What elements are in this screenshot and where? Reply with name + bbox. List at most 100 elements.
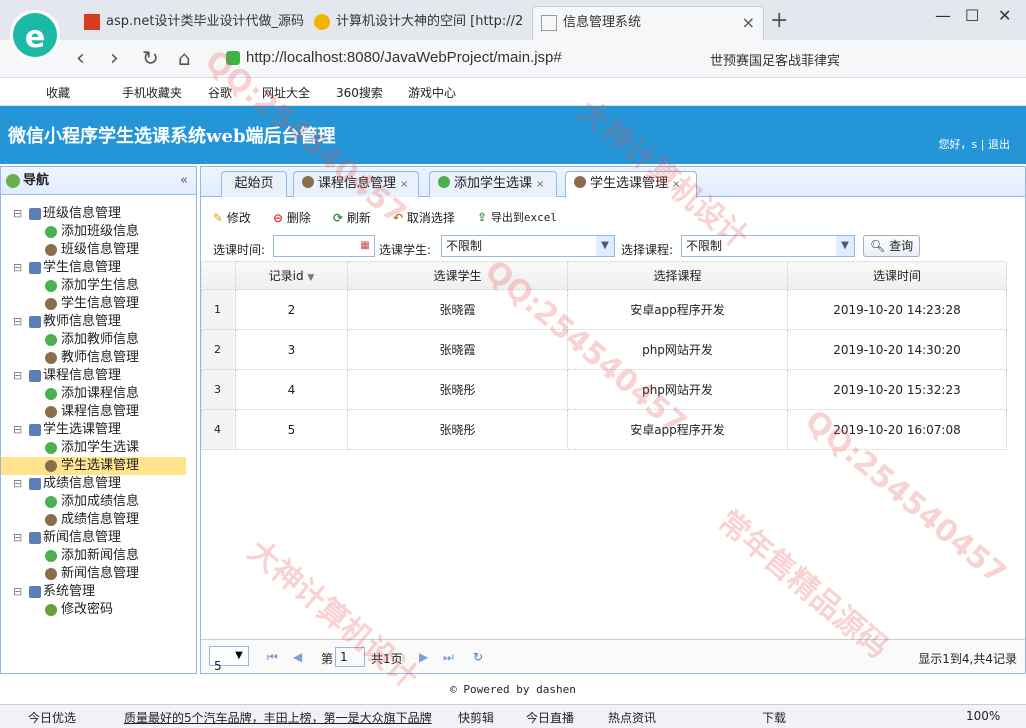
- reload-icon[interactable]: ↻: [142, 46, 159, 70]
- nav-group[interactable]: 学生信息管理: [1, 259, 196, 277]
- chevron-down-icon: ▼: [836, 236, 854, 256]
- nav-item[interactable]: 添加学生信息: [1, 277, 196, 295]
- col-header-id[interactable]: 记录id ▼: [235, 261, 348, 290]
- nav-group[interactable]: 成绩信息管理: [1, 475, 196, 493]
- nav-item[interactable]: 添加教师信息: [1, 331, 196, 349]
- user-icon: [45, 406, 57, 418]
- chevron-down-icon: ▼: [230, 647, 248, 665]
- table-row[interactable]: 3 4 张晓彤 php网站开发 2019-10-20 15:32:23: [201, 369, 1007, 410]
- status-item[interactable]: 今日直播: [526, 709, 574, 726]
- status-item[interactable]: 快剪辑: [458, 709, 494, 726]
- nav-group[interactable]: 学生选课管理: [1, 421, 196, 439]
- nav-item[interactable]: 添加成绩信息: [1, 493, 196, 511]
- nav-item[interactable]: 修改密码: [1, 601, 196, 619]
- footer: © Powered by dashen: [450, 683, 576, 696]
- nav-item-selected[interactable]: 学生选课管理: [1, 457, 186, 475]
- bookmark-item[interactable]: 收藏: [46, 84, 70, 101]
- status-left[interactable]: 今日优选: [28, 709, 76, 726]
- col-header-time[interactable]: 选课时间: [787, 261, 1007, 290]
- nav-panel: 导航« 班级信息管理添加班级信息班级信息管理学生信息管理添加学生信息学生信息管理…: [0, 166, 197, 674]
- export-excel-button[interactable]: ⇪ 导出到excel: [477, 209, 557, 225]
- nav-item[interactable]: 添加新闻信息: [1, 547, 196, 565]
- col-header-course[interactable]: 选择课程: [567, 261, 788, 290]
- toolbar: ✎ 修改 ⊖ 删除 ⟳ 刷新 ↶ 取消选择 ⇪ 导出到excel: [201, 203, 1025, 227]
- table-row[interactable]: 1 2 张晓霞 安卓app程序开发 2019-10-20 14:23:28: [201, 289, 1007, 330]
- nav-group[interactable]: 新闻信息管理: [1, 529, 196, 547]
- selection-grid: 记录id ▼ 选课学生 选择课程 选课时间 1 2 张晓霞 安卓app程序开发 2019…: [201, 261, 1007, 450]
- refresh-button[interactable]: ⟳ 刷新: [333, 209, 371, 226]
- col-header-student[interactable]: 选课学生: [347, 261, 568, 290]
- cell-id: 5: [235, 409, 348, 450]
- tab-course-info[interactable]: 课程信息管理 ×: [293, 171, 419, 197]
- nav-item[interactable]: 添加班级信息: [1, 223, 196, 241]
- search-icon: 🔍︎: [870, 239, 886, 253]
- tab-add-selection[interactable]: 添加学生选课 ×: [429, 171, 557, 197]
- url-field[interactable]: http://localhost:8080/JavaWebProject/mai…: [220, 45, 690, 71]
- tab-selection-manage[interactable]: 学生选课管理 ×: [565, 171, 697, 198]
- student-select[interactable]: 不限制 ▼: [441, 235, 615, 257]
- prev-page-icon[interactable]: ◀: [293, 650, 302, 664]
- first-page-icon[interactable]: ⏮: [267, 650, 278, 665]
- forward-icon[interactable]: ›: [110, 46, 119, 71]
- page-input[interactable]: 1: [335, 647, 365, 667]
- page-size-select[interactable]: 5 ▼: [209, 646, 249, 673]
- tab-home[interactable]: 起始页: [221, 171, 287, 197]
- time-input[interactable]: ▦: [273, 235, 375, 257]
- nav-group[interactable]: 课程信息管理: [1, 367, 196, 385]
- add-icon: [45, 226, 57, 238]
- nav-item[interactable]: 学生信息管理: [1, 295, 196, 313]
- home-icon[interactable]: ⌂: [178, 46, 191, 70]
- page-favicon-icon: [541, 15, 557, 31]
- browser-tab-1[interactable]: asp.net设计类毕业设计代做_源码: [76, 6, 306, 40]
- bookmark-item[interactable]: 网址大全: [262, 84, 310, 101]
- course-select[interactable]: 不限制 ▼: [681, 235, 855, 257]
- nav-item[interactable]: 新闻信息管理: [1, 565, 196, 583]
- user-info[interactable]: 您好，s | 退出: [939, 136, 1010, 152]
- status-item[interactable]: 下载: [762, 709, 786, 726]
- zoom-level[interactable]: 100%: [966, 709, 1000, 723]
- status-news[interactable]: 质量最好的5个汽车品牌，丰田上榜，第一是大众旗下品牌: [124, 709, 432, 726]
- table-row[interactable]: 2 3 张晓霞 php网站开发 2019-10-20 14:30:20: [201, 329, 1007, 370]
- close-tab-icon[interactable]: ×: [742, 7, 755, 39]
- bookmark-item[interactable]: 手机收藏夹: [122, 84, 182, 101]
- nav-group[interactable]: 班级信息管理: [1, 205, 196, 223]
- nav-group[interactable]: 教师信息管理: [1, 313, 196, 331]
- browser-tab-2[interactable]: 计算机设计大神的空间 [http://2: [306, 6, 532, 40]
- reload-page-icon[interactable]: ↻: [473, 650, 483, 664]
- window-minimize-icon[interactable]: —: [935, 6, 951, 25]
- cell-rn: 1: [201, 289, 236, 330]
- collapse-icon[interactable]: «: [180, 167, 188, 195]
- cell-id: 3: [235, 329, 348, 370]
- nav-item[interactable]: 添加课程信息: [1, 385, 196, 403]
- close-tab-icon[interactable]: ×: [536, 179, 544, 190]
- close-tab-icon[interactable]: ×: [400, 179, 408, 190]
- status-item[interactable]: 热点资讯: [608, 709, 656, 726]
- back-icon[interactable]: ‹: [76, 46, 85, 71]
- nav-item[interactable]: 课程信息管理: [1, 403, 196, 421]
- browser-tab-active[interactable]: 信息管理系统 ×: [532, 6, 764, 40]
- query-button[interactable]: 🔍︎ 查询: [863, 235, 921, 257]
- new-tab-icon[interactable]: +: [770, 8, 788, 33]
- last-page-icon[interactable]: ⏭: [443, 650, 454, 665]
- next-page-icon[interactable]: ▶: [419, 650, 428, 664]
- table-row[interactable]: 4 5 张晓彤 安卓app程序开发 2019-10-20 16:07:08: [201, 409, 1007, 450]
- cancel-select-button[interactable]: ↶ 取消选择: [393, 209, 455, 226]
- delete-button[interactable]: ⊖ 删除: [273, 209, 311, 226]
- nav-item[interactable]: 教师信息管理: [1, 349, 196, 367]
- nav-item[interactable]: 成绩信息管理: [1, 511, 196, 529]
- nav-item[interactable]: 添加学生选课: [1, 439, 196, 457]
- edit-button[interactable]: ✎ 修改: [213, 209, 251, 226]
- window-close-icon[interactable]: ✕: [998, 6, 1011, 25]
- bookmark-item[interactable]: 游戏中心: [408, 84, 456, 101]
- bookmark-item[interactable]: 谷歌: [208, 84, 232, 101]
- search-hint[interactable]: 世预赛国足客战菲律宾: [710, 50, 840, 69]
- close-tab-icon[interactable]: ×: [672, 179, 680, 190]
- nav-item[interactable]: 班级信息管理: [1, 241, 196, 259]
- nav-group[interactable]: 系统管理: [1, 583, 196, 601]
- calendar-icon[interactable]: ▦: [356, 236, 374, 256]
- student-label: 选课学生:: [379, 243, 432, 257]
- bookmark-item[interactable]: 360搜索: [336, 84, 383, 101]
- window-maximize-icon[interactable]: ☐: [965, 6, 979, 25]
- computer-icon: [29, 316, 41, 328]
- cell-course: php网站开发: [567, 329, 788, 370]
